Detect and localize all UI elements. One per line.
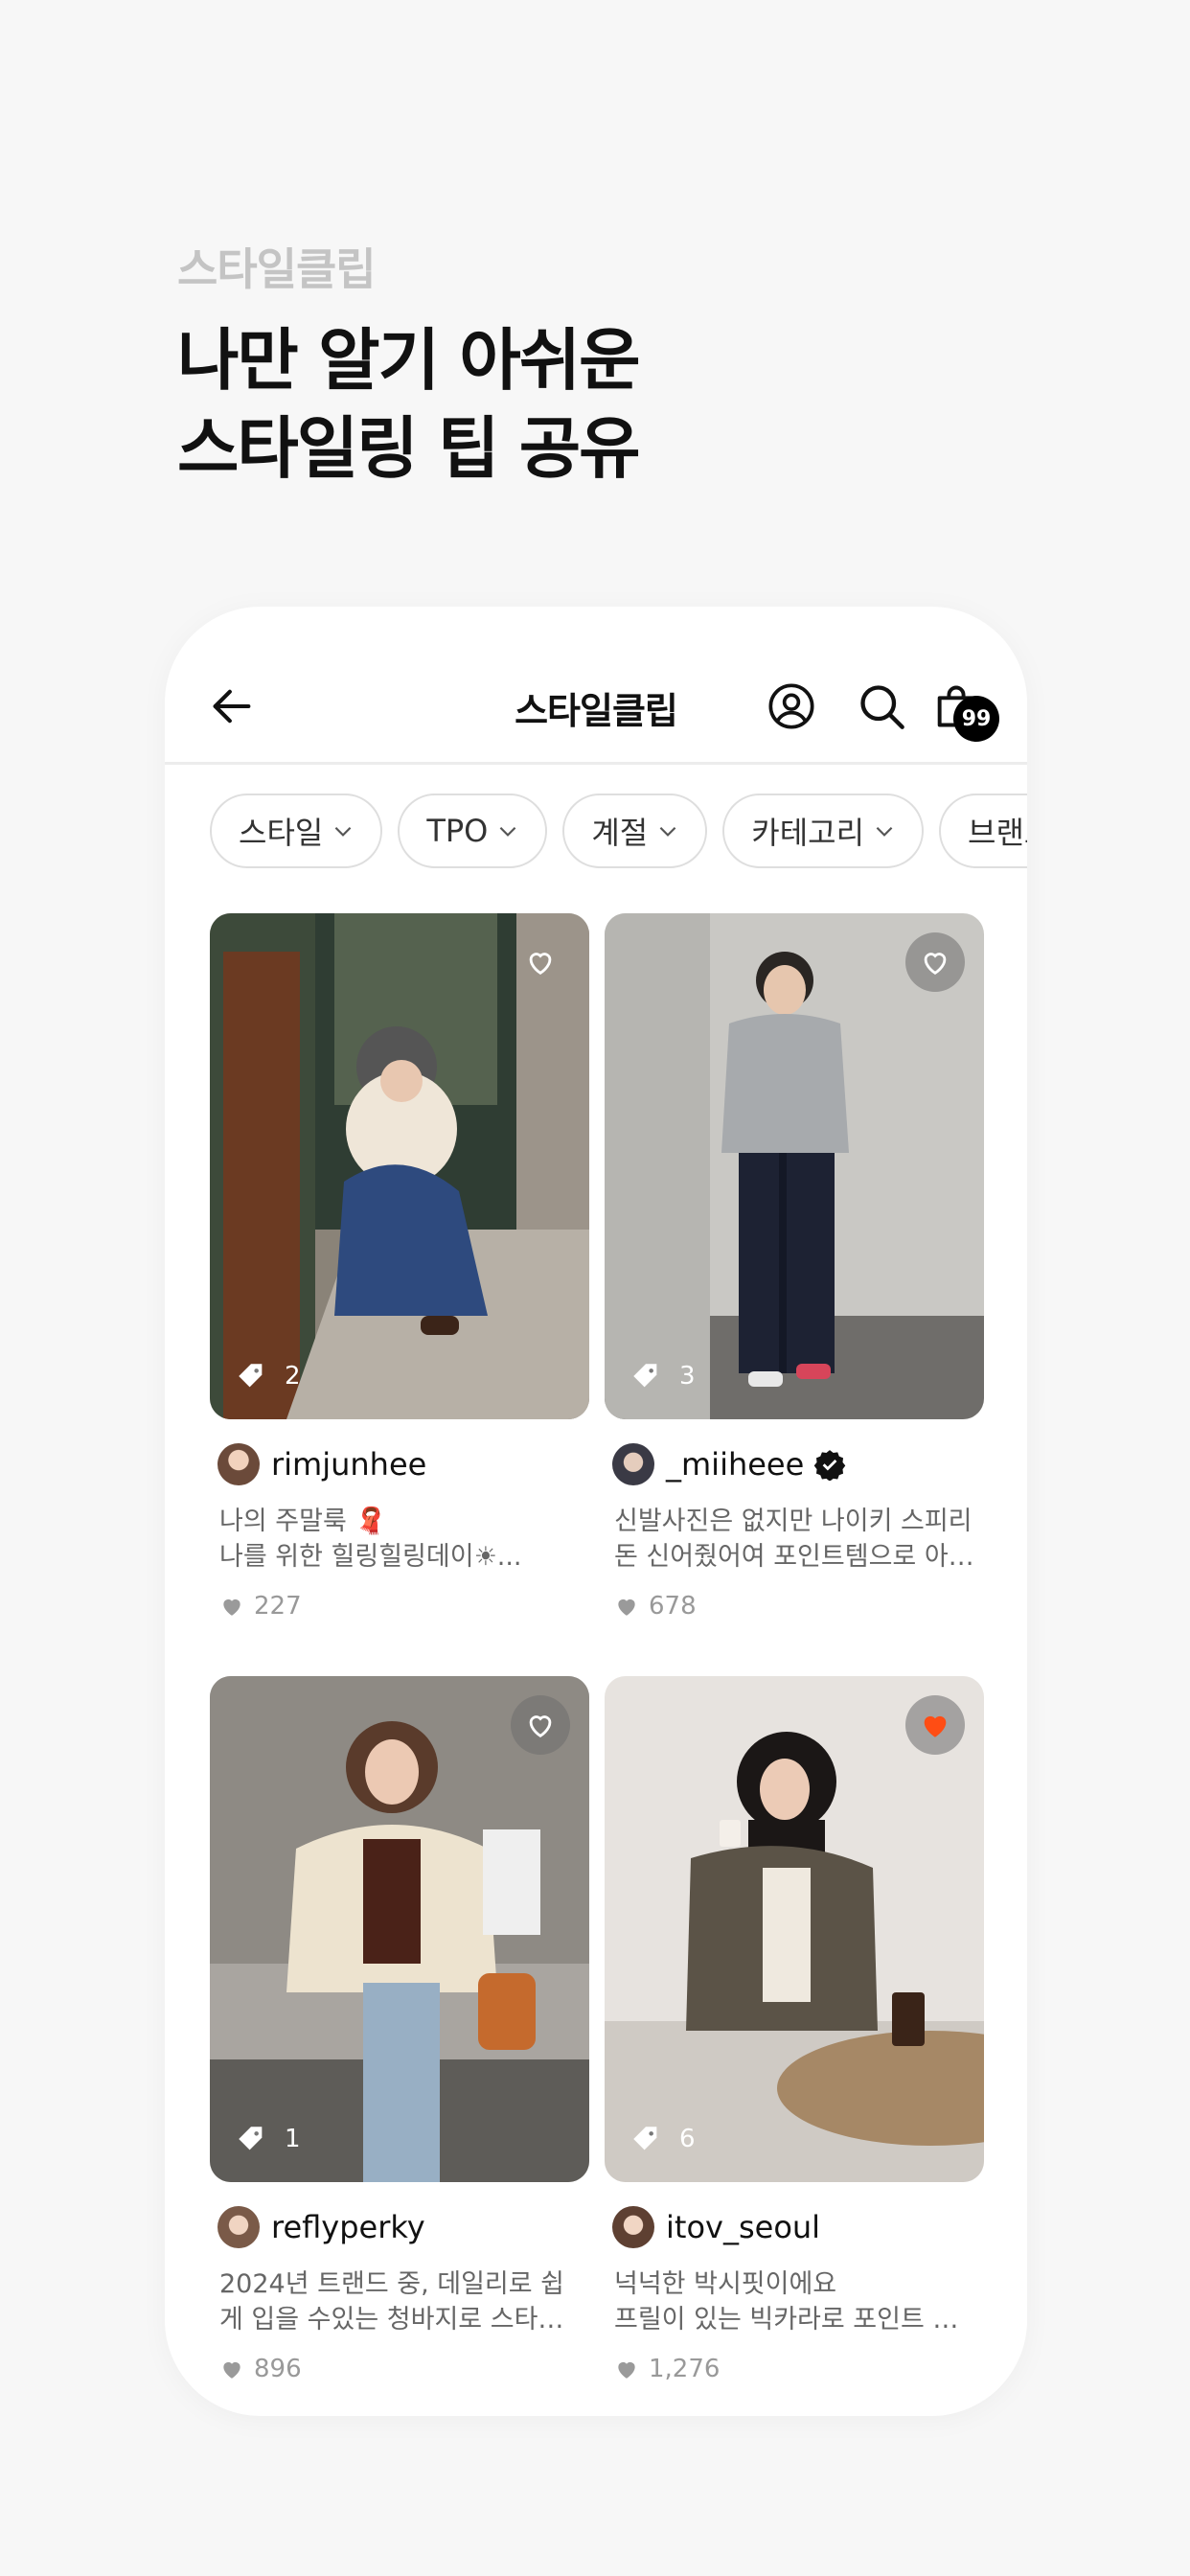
product-tag-count: 1 — [235, 2123, 301, 2155]
like-count: 227 — [210, 1592, 589, 1621]
product-tag-count: 2 — [235, 1360, 301, 1392]
heart-outline-icon — [529, 1715, 552, 1738]
filter-chip-row: 스타일 TPO 계절 카테고리 브랜드 — [210, 794, 1027, 868]
heart-filled-icon — [618, 1598, 635, 1616]
avatar — [612, 1443, 654, 1485]
heart-filled-icon — [618, 2361, 635, 2379]
username: rimjunhee — [271, 1446, 427, 1483]
avatar — [217, 2206, 260, 2248]
avatar — [217, 1443, 260, 1485]
verified-badge-icon — [814, 1450, 846, 1481]
chevron-down-icon — [334, 826, 352, 837]
tag-icon — [633, 1364, 657, 1388]
post-description: 2024년 트랜드 중, 데일리로 쉽 게 입을 수있는 청바지로 스타일... — [219, 2269, 584, 2334]
chevron-down-icon — [659, 826, 676, 837]
filter-chip-style[interactable]: 스타일 — [210, 794, 383, 868]
product-tag-count: 6 — [629, 2123, 696, 2155]
heart-outline-icon — [529, 953, 552, 976]
like-button[interactable] — [905, 932, 965, 992]
like-count: 896 — [210, 2355, 589, 2383]
promo-title-line-1: 나만 알기 아쉬운 — [177, 321, 641, 400]
username: reflyperky — [271, 2209, 425, 2245]
product-tag-count: 3 — [629, 1360, 696, 1392]
filter-chip-label: 브랜드 — [968, 815, 1027, 851]
tag-icon — [239, 1364, 263, 1388]
app-screen: 스타일클립 99 스타일 TPO 계절 카테고리 브랜드 — [165, 607, 1027, 2416]
post-description: 넉넉한 박시핏이에요 프릴이 있는 빅카라로 포인트 주... — [614, 2269, 978, 2334]
search-icon[interactable] — [857, 681, 906, 731]
cart-count-badge: 99 — [953, 696, 999, 742]
heart-filled-icon — [223, 2361, 240, 2379]
post-description: 나의 주말룩 🧣 나를 위한 힐링힐링데이☀... — [219, 1506, 522, 1572]
author-row[interactable]: reflyperky — [210, 2205, 589, 2249]
chevron-down-icon — [876, 826, 893, 837]
like-button[interactable] — [905, 1695, 965, 1755]
post-photo[interactable]: 1 — [210, 1676, 589, 2182]
post-card[interactable]: 6 itov_seoul 넉넉한 박시핏이에요 프릴이 있는 빅카라로 포인트 … — [605, 1676, 984, 2383]
post-card[interactable]: 2 rimjunhee 나의 주말룩 🧣 나를 위한 힐링힐링데이☀... 22… — [210, 913, 589, 1621]
post-card[interactable]: 1 reflyperky 2024년 트랜드 중, 데일리로 쉽 게 입을 수있… — [210, 1676, 589, 2383]
promo-title-line-2: 스타일링 팁 공유 — [177, 409, 641, 488]
filter-chip-label: 계절 — [591, 815, 649, 851]
top-bar: 스타일클립 99 — [165, 607, 1027, 765]
author-row[interactable]: itov_seoul — [605, 2205, 984, 2249]
promo-title: 나만 알기 아쉬운 스타일링 팁 공유 — [177, 316, 641, 493]
filter-chip-label: 카테고리 — [751, 815, 865, 851]
filter-chip-category[interactable]: 카테고리 — [722, 794, 925, 868]
chevron-down-icon — [500, 826, 516, 837]
profile-icon[interactable] — [767, 681, 816, 731]
filter-chip-label: TPO — [426, 813, 489, 849]
filter-chip-label: 스타일 — [239, 815, 324, 851]
like-button[interactable] — [511, 932, 570, 992]
author-row[interactable]: _miiheee — [605, 1442, 984, 1486]
post-description: 신발사진은 없지만 나이키 스피리 돈 신어줬어여 포인트템으로 아 ... — [614, 1506, 978, 1572]
post-photo[interactable]: 3 — [605, 913, 984, 1419]
username: _miiheee — [666, 1446, 805, 1483]
heart-outline-icon — [924, 953, 947, 976]
like-button[interactable] — [511, 1695, 570, 1755]
filter-chip-tpo[interactable]: TPO — [398, 794, 548, 868]
like-count: 1,276 — [605, 2355, 984, 2383]
heart-filled-icon — [223, 1598, 240, 1616]
promo-subtitle: 스타일클립 — [177, 243, 377, 295]
filter-chip-brand[interactable]: 브랜드 — [939, 794, 1027, 868]
author-row[interactable]: rimjunhee — [210, 1442, 589, 1486]
post-photo[interactable]: 2 — [210, 913, 589, 1419]
post-card[interactable]: 3 _miiheee 신발사진은 없지만 나이키 스피리 돈 신어줬어여 포인트… — [605, 913, 984, 1621]
tag-icon — [239, 2127, 263, 2150]
like-count: 678 — [605, 1592, 984, 1621]
post-photo[interactable]: 6 — [605, 1676, 984, 2182]
tag-icon — [633, 2127, 657, 2150]
avatar — [612, 2206, 654, 2248]
username: itov_seoul — [666, 2209, 821, 2245]
heart-filled-icon — [924, 1715, 947, 1737]
filter-chip-season[interactable]: 계절 — [562, 794, 708, 868]
